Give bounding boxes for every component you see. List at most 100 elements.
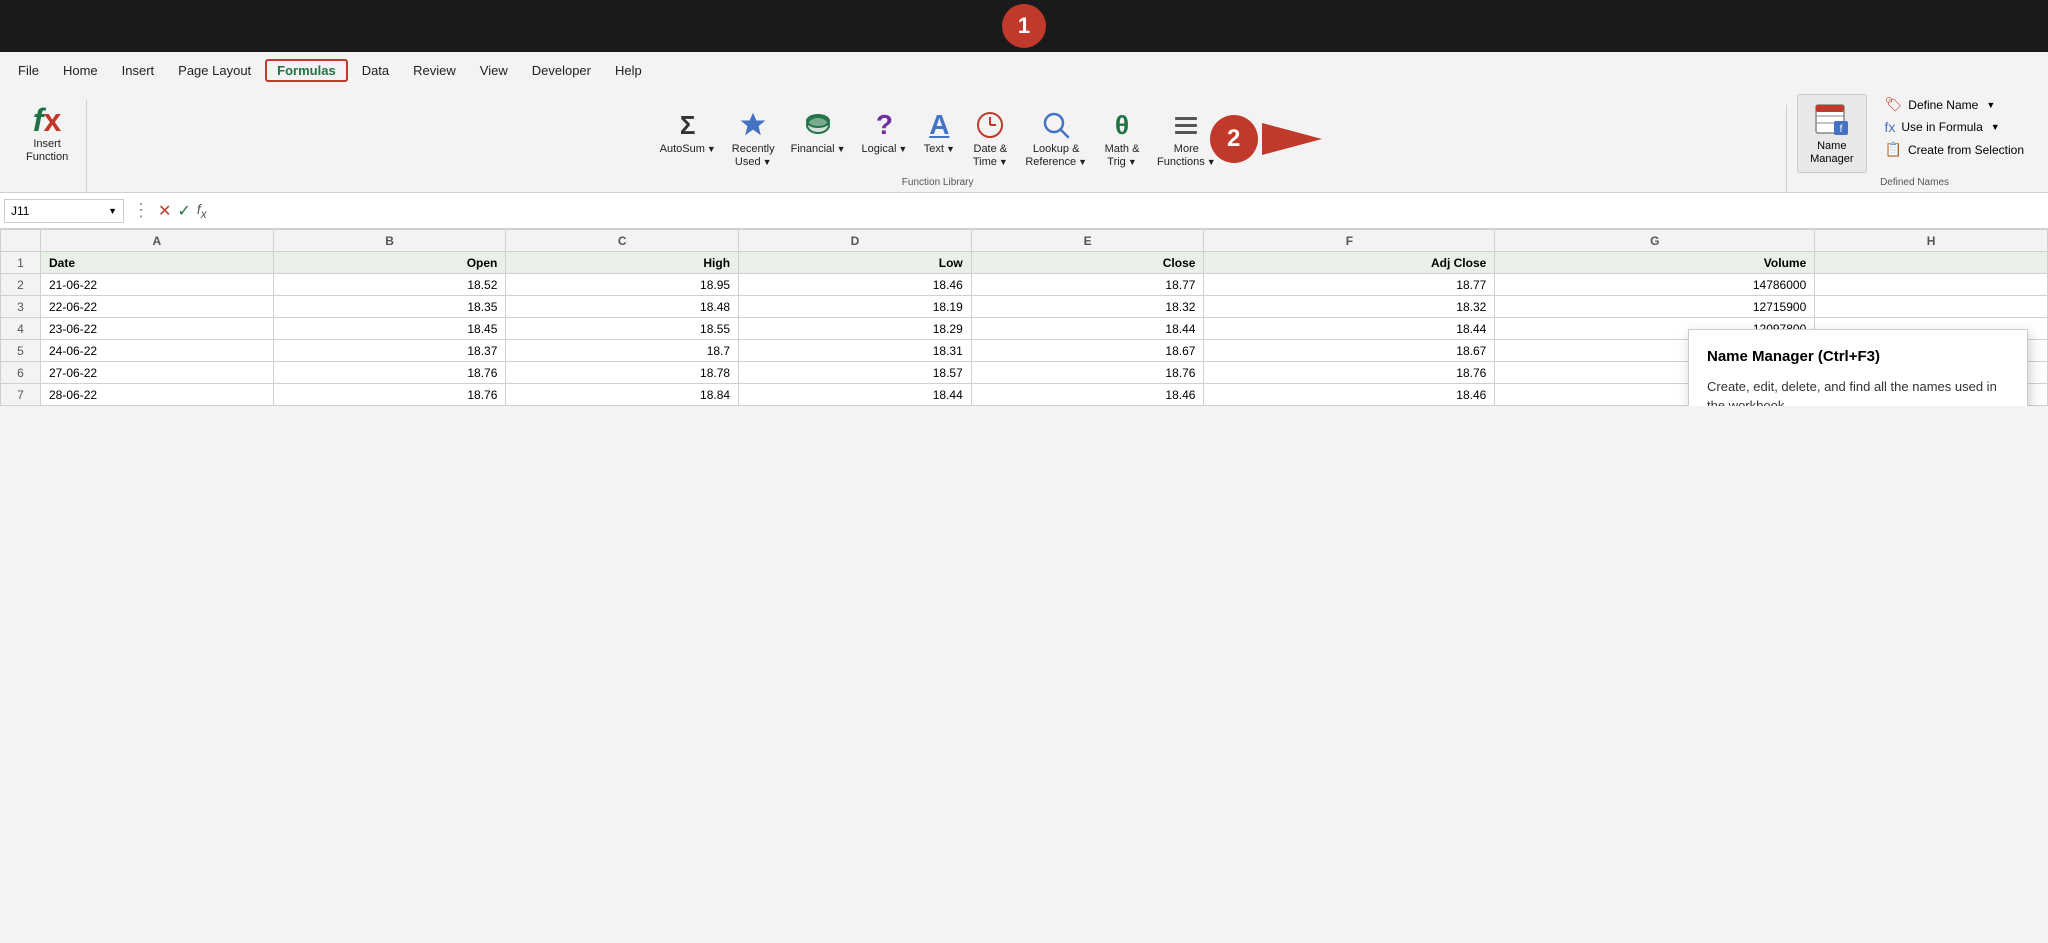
lookup-reference-button[interactable]: Lookup &Reference▼ bbox=[1019, 105, 1093, 173]
row-header-5: 5 bbox=[1, 340, 41, 362]
cell-a5[interactable]: 24-06-22 bbox=[41, 340, 274, 362]
col-header-b[interactable]: B bbox=[273, 230, 506, 252]
function-library-group-label: Function Library bbox=[902, 173, 974, 188]
cell-b3[interactable]: 18.35 bbox=[273, 296, 506, 318]
col-header-g[interactable]: G bbox=[1495, 230, 1815, 252]
cell-d2[interactable]: 18.46 bbox=[739, 274, 972, 296]
recently-used-button[interactable]: RecentlyUsed▼ bbox=[726, 105, 781, 173]
menu-review[interactable]: Review bbox=[403, 59, 466, 82]
define-name-button[interactable]: 🏷 Define Name ▼ bbox=[1877, 94, 2033, 115]
row-header-4: 4 bbox=[1, 318, 41, 340]
date-time-button[interactable]: Date &Time▼ bbox=[965, 105, 1015, 173]
cell-a7[interactable]: 28-06-22 bbox=[41, 384, 274, 406]
corner-header bbox=[1, 230, 41, 252]
cell-g3[interactable]: 12715900 bbox=[1495, 296, 1815, 318]
cell-c2[interactable]: 18.95 bbox=[506, 274, 739, 296]
cell-b6[interactable]: 18.76 bbox=[273, 362, 506, 384]
cell-c4[interactable]: 18.55 bbox=[506, 318, 739, 340]
create-from-selection-button[interactable]: 📋 Create from Selection bbox=[1877, 139, 2033, 160]
menu-formulas[interactable]: Formulas bbox=[265, 59, 348, 82]
cell-h1[interactable] bbox=[1815, 252, 2048, 274]
menu-data[interactable]: Data bbox=[352, 59, 399, 82]
cell-e1[interactable]: Close bbox=[971, 252, 1204, 274]
menu-file[interactable]: File bbox=[8, 59, 49, 82]
cell-a6[interactable]: 27-06-22 bbox=[41, 362, 274, 384]
annotation-arrow: 2 bbox=[1210, 115, 1322, 163]
cell-c5[interactable]: 18.7 bbox=[506, 340, 739, 362]
autosum-button[interactable]: Σ AutoSum▼ bbox=[654, 105, 722, 160]
formula-input[interactable] bbox=[211, 203, 2044, 218]
cell-d4[interactable]: 18.29 bbox=[739, 318, 972, 340]
cell-a2[interactable]: 21-06-22 bbox=[41, 274, 274, 296]
menu-insert[interactable]: Insert bbox=[112, 59, 165, 82]
defined-names-group-label: Defined Names bbox=[1880, 173, 1949, 188]
col-header-c[interactable]: C bbox=[506, 230, 739, 252]
cell-d6[interactable]: 18.57 bbox=[739, 362, 972, 384]
row-header-3: 3 bbox=[1, 296, 41, 318]
col-header-d[interactable]: D bbox=[739, 230, 972, 252]
cell-f4[interactable]: 18.44 bbox=[1204, 318, 1495, 340]
menu-developer[interactable]: Developer bbox=[522, 59, 601, 82]
cell-b7[interactable]: 18.76 bbox=[273, 384, 506, 406]
cell-f2[interactable]: 18.77 bbox=[1204, 274, 1495, 296]
financial-button[interactable]: Financial▼ bbox=[785, 105, 852, 160]
cell-d7[interactable]: 18.44 bbox=[739, 384, 972, 406]
cell-f6[interactable]: 18.76 bbox=[1204, 362, 1495, 384]
menu-view[interactable]: View bbox=[470, 59, 518, 82]
cell-a4[interactable]: 23-06-22 bbox=[41, 318, 274, 340]
menu-page-layout[interactable]: Page Layout bbox=[168, 59, 261, 82]
name-manager-button[interactable]: f NameManager bbox=[1797, 94, 1866, 173]
cell-f3[interactable]: 18.32 bbox=[1204, 296, 1495, 318]
cell-d1[interactable]: Low bbox=[739, 252, 972, 274]
row-header-7: 7 bbox=[1, 384, 41, 406]
insert-function-group: fx InsertFunction bbox=[8, 100, 87, 192]
insert-function-button[interactable]: fx InsertFunction bbox=[16, 100, 78, 168]
cell-f7[interactable]: 18.46 bbox=[1204, 384, 1495, 406]
col-header-e[interactable]: E bbox=[971, 230, 1204, 252]
cancel-icon[interactable]: ✕ bbox=[158, 201, 171, 221]
cell-d3[interactable]: 18.19 bbox=[739, 296, 972, 318]
cell-g1[interactable]: Volume bbox=[1495, 252, 1815, 274]
menu-bar: File Home Insert Page Layout Formulas Da… bbox=[0, 52, 2048, 88]
cell-b4[interactable]: 18.45 bbox=[273, 318, 506, 340]
cell-c3[interactable]: 18.48 bbox=[506, 296, 739, 318]
cell-c7[interactable]: 18.84 bbox=[506, 384, 739, 406]
use-in-formula-button[interactable]: fx Use in Formula ▼ bbox=[1877, 117, 2033, 137]
cell-a1[interactable]: Date bbox=[41, 252, 274, 274]
cell-d5[interactable]: 18.31 bbox=[739, 340, 972, 362]
name-box[interactable]: J11 ▼ bbox=[4, 199, 124, 223]
cell-a3[interactable]: 22-06-22 bbox=[41, 296, 274, 318]
math-trig-icon: θ bbox=[1106, 109, 1138, 141]
text-icon: A bbox=[923, 109, 955, 141]
cell-e3[interactable]: 18.32 bbox=[971, 296, 1204, 318]
cell-h3[interactable] bbox=[1815, 296, 2048, 318]
cell-b1[interactable]: Open bbox=[273, 252, 506, 274]
cell-e7[interactable]: 18.46 bbox=[971, 384, 1204, 406]
menu-help[interactable]: Help bbox=[605, 59, 652, 82]
text-button[interactable]: A Text▼ bbox=[917, 105, 961, 160]
cell-e6[interactable]: 18.76 bbox=[971, 362, 1204, 384]
cell-b5[interactable]: 18.37 bbox=[273, 340, 506, 362]
cell-g2[interactable]: 14786000 bbox=[1495, 274, 1815, 296]
cell-c6[interactable]: 18.78 bbox=[506, 362, 739, 384]
math-trig-button[interactable]: θ Math &Trig▼ bbox=[1097, 105, 1147, 173]
formula-fx-icon[interactable]: fx bbox=[197, 201, 207, 221]
cell-e2[interactable]: 18.77 bbox=[971, 274, 1204, 296]
more-functions-button[interactable]: MoreFunctions▼ 2 bbox=[1151, 105, 1222, 173]
cell-f1[interactable]: Adj Close bbox=[1204, 252, 1495, 274]
confirm-icon[interactable]: ✓ bbox=[177, 201, 190, 221]
cell-e5[interactable]: 18.67 bbox=[971, 340, 1204, 362]
cell-e4[interactable]: 18.44 bbox=[971, 318, 1204, 340]
autosum-icon: Σ bbox=[672, 109, 704, 141]
menu-home[interactable]: Home bbox=[53, 59, 108, 82]
col-header-a[interactable]: A bbox=[41, 230, 274, 252]
name-box-value: J11 bbox=[11, 204, 29, 218]
cell-c1[interactable]: High bbox=[506, 252, 739, 274]
cell-b2[interactable]: 18.52 bbox=[273, 274, 506, 296]
logical-button[interactable]: ? Logical▼ bbox=[856, 105, 914, 160]
cell-f5[interactable]: 18.67 bbox=[1204, 340, 1495, 362]
cell-h2[interactable] bbox=[1815, 274, 2048, 296]
col-header-f[interactable]: F bbox=[1204, 230, 1495, 252]
name-manager-icon: f bbox=[1814, 101, 1850, 140]
col-header-h[interactable]: H bbox=[1815, 230, 2048, 252]
